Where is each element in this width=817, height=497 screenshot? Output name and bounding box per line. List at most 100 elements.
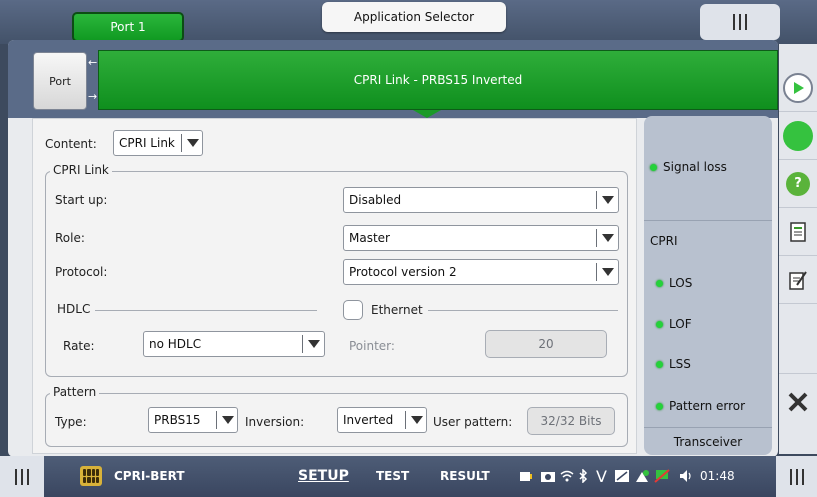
help-button[interactable]: ? — [779, 160, 817, 208]
pattern-error-label: Pattern error — [669, 399, 746, 413]
tab-setup[interactable]: SETUP — [298, 456, 349, 497]
bluetooth-icon — [578, 468, 588, 484]
bottom-left-handle[interactable] — [0, 456, 44, 497]
pointer-value: 20 — [538, 337, 554, 351]
pattern-type-dropdown[interactable]: PRBS15 — [148, 407, 238, 433]
content-label: Content: — [45, 137, 97, 151]
settings-panel: Content: CPRI Link CPRI Link Start up: D… — [32, 118, 637, 454]
user-pattern-field: 32/32 Bits — [527, 407, 615, 435]
alarm-panel: Signal loss CPRI LOS LOF LSS Pattern err… — [644, 116, 772, 455]
status-banner-text: CPRI Link - PRBS15 Inverted — [353, 73, 523, 87]
camera-icon — [540, 468, 556, 484]
status-led-icon — [783, 120, 813, 151]
led-icon — [656, 320, 663, 328]
edit-button[interactable] — [779, 256, 817, 304]
pointer-label: Pointer: — [349, 339, 395, 353]
lss-indicator: LSS — [656, 357, 691, 371]
ethernet-label: Ethernet — [371, 303, 423, 317]
led-icon — [656, 360, 663, 368]
rate-label: Rate: — [63, 339, 95, 353]
hdlc-title: HDLC — [57, 302, 91, 316]
right-toolbar: ? — [779, 44, 817, 454]
lss-label: LSS — [669, 357, 691, 371]
protocol-value: Protocol version 2 — [349, 265, 457, 279]
hdlc-rate-value: no HDLC — [149, 337, 202, 351]
bottom-bar: CPRI-BERT SETUP TEST RESULT V 01:48 — [0, 456, 817, 497]
role-dropdown[interactable]: Master — [343, 225, 619, 251]
screen-capture-icon — [614, 468, 630, 484]
hdlc-rate-dropdown[interactable]: no HDLC — [143, 331, 325, 357]
help-icon: ? — [786, 171, 810, 196]
cpri-link-title: CPRI Link — [50, 163, 112, 177]
chevron-down-icon — [184, 131, 202, 155]
cpri-heading: CPRI — [650, 234, 678, 248]
port-1-tab[interactable]: Port 1 — [72, 12, 184, 42]
pointer-field: 20 — [485, 330, 607, 358]
user-pattern-value: 32/32 Bits — [540, 414, 602, 428]
inversion-dropdown[interactable]: Inverted — [337, 407, 427, 433]
ethernet-checkbox[interactable] — [343, 300, 363, 320]
lof-indicator: LOF — [656, 317, 692, 331]
app-icon — [80, 466, 102, 486]
empty-slot — [779, 304, 817, 374]
top-right-panel-handle[interactable] — [700, 4, 780, 40]
top-bar: Port 1 Application Selector — [0, 0, 817, 44]
startup-value: Disabled — [349, 193, 402, 207]
chevron-down-icon — [599, 226, 617, 250]
close-button[interactable] — [779, 374, 817, 430]
arrow-right-icon: → — [88, 90, 98, 103]
chevron-down-icon — [599, 260, 617, 284]
led-icon — [656, 279, 663, 287]
status-v-icon: V — [596, 466, 607, 486]
status-banner: CPRI Link - PRBS15 Inverted — [98, 50, 778, 110]
arrow-left-icon: ← — [88, 56, 98, 69]
tab-result[interactable]: RESULT — [440, 456, 490, 497]
tab-test[interactable]: TEST — [376, 456, 409, 497]
cpri-heading-label: CPRI — [650, 234, 678, 248]
pattern-type-label: Type: — [55, 415, 87, 429]
transceiver-button[interactable]: Transceiver — [644, 427, 772, 455]
signal-loss-label: Signal loss — [663, 160, 727, 174]
status-led-button[interactable] — [779, 112, 817, 160]
port-button-label: Port — [49, 74, 71, 88]
application-selector-label: Application Selector — [353, 10, 475, 24]
startup-dropdown[interactable]: Disabled — [343, 187, 619, 213]
los-indicator: LOS — [656, 276, 692, 290]
chevron-down-icon — [305, 332, 323, 356]
protocol-label: Protocol: — [55, 265, 108, 279]
pattern-title: Pattern — [50, 385, 100, 399]
lof-label: LOF — [669, 317, 692, 331]
port-button[interactable]: Port — [33, 52, 87, 110]
transceiver-label: Transceiver — [673, 434, 743, 449]
report-icon — [790, 221, 806, 242]
grip-icon — [15, 468, 29, 485]
report-button[interactable] — [779, 208, 817, 256]
play-icon — [783, 72, 813, 103]
inversion-label: Inversion: — [245, 415, 305, 429]
wifi-icon — [560, 468, 574, 484]
user-pattern-label: User pattern: — [433, 415, 513, 429]
role-label: Role: — [55, 231, 85, 245]
clock: 01:48 — [700, 469, 735, 483]
speaker-icon — [678, 468, 694, 484]
play-button[interactable] — [779, 64, 817, 112]
protocol-dropdown[interactable]: Protocol version 2 — [343, 259, 619, 285]
content-dropdown[interactable]: CPRI Link — [113, 130, 203, 156]
led-icon — [650, 163, 657, 171]
edit-icon — [789, 270, 807, 290]
led-icon — [656, 402, 663, 410]
los-label: LOS — [669, 276, 693, 290]
signal-loss-indicator: Signal loss — [650, 160, 727, 174]
ethernet-port-icon — [654, 468, 670, 484]
application-selector-button[interactable]: Application Selector — [322, 2, 506, 32]
bottom-right-handle[interactable] — [776, 456, 817, 497]
role-value: Master — [349, 231, 390, 245]
chevron-down-icon — [408, 408, 426, 432]
grip-icon — [733, 14, 747, 30]
network-icon — [634, 468, 650, 484]
inversion-value: Inverted — [343, 413, 394, 427]
chevron-down-icon — [599, 188, 617, 212]
close-icon — [788, 392, 808, 412]
startup-label: Start up: — [55, 193, 108, 207]
grip-icon — [789, 468, 804, 485]
